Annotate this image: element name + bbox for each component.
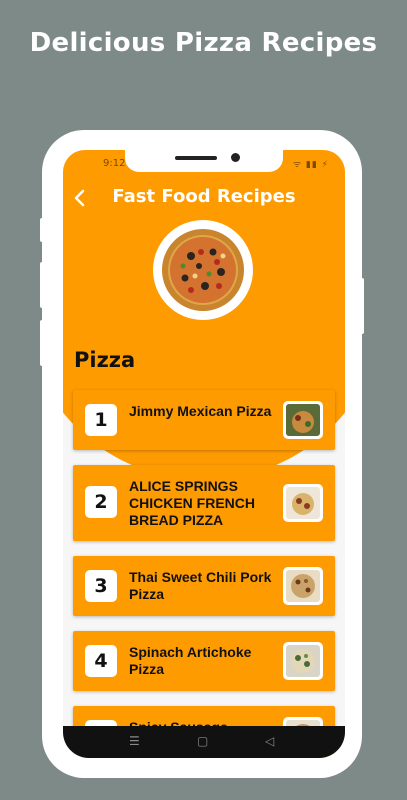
app-title: Fast Food Recipes	[112, 186, 296, 207]
section-title: Pizza	[74, 348, 136, 372]
recipe-card[interactable]: 3 Thai Sweet Chili Pork Pizza	[73, 556, 335, 616]
recipe-thumbnail	[283, 401, 323, 439]
recipe-number: 3	[85, 570, 117, 602]
pizza-icon	[162, 229, 244, 311]
status-icons: ᯤ ▮▮ ⚡	[292, 160, 329, 170]
recipe-title: Jimmy Mexican Pizza	[129, 403, 272, 419]
recipe-title: Thai Sweet Chili Pork Pizza	[129, 569, 272, 602]
recipe-card[interactable]: 4 Spinach Artichoke Pizza	[73, 631, 335, 691]
recipe-title: ALICE SPRINGS CHICKEN FRENCH BREAD PIZZA	[129, 478, 255, 528]
system-nav-bar: ☰ ▢ ◁	[63, 726, 345, 758]
recipe-title: Spinach Artichoke Pizza	[129, 644, 252, 677]
camera-icon	[231, 153, 240, 162]
recipe-number: 4	[85, 645, 117, 677]
recipe-thumbnail	[283, 484, 323, 522]
phone-notch	[125, 150, 283, 172]
back-button[interactable]: ◁	[265, 734, 274, 748]
status-time: 9:12	[103, 158, 126, 169]
recipe-number: 2	[85, 486, 117, 518]
home-button[interactable]: ▢	[197, 734, 208, 748]
promo-title: Delicious Pizza Recipes	[29, 28, 378, 58]
recipe-thumbnail	[283, 642, 323, 680]
recipe-number: 1	[85, 404, 117, 436]
recent-apps-button[interactable]: ☰	[129, 734, 140, 748]
recipe-card[interactable]: 2 ALICE SPRINGS CHICKEN FRENCH BREAD PIZ…	[73, 465, 335, 541]
pizza-hero-image	[153, 220, 253, 320]
app-screen: 9:12 ᯤ ▮▮ ⚡ Fast Food Recipes Pizza 1 Ji…	[63, 150, 345, 758]
recipe-card[interactable]: 1 Jimmy Mexican Pizza	[73, 390, 335, 450]
speaker-grille	[175, 156, 217, 160]
recipe-thumbnail	[283, 567, 323, 605]
